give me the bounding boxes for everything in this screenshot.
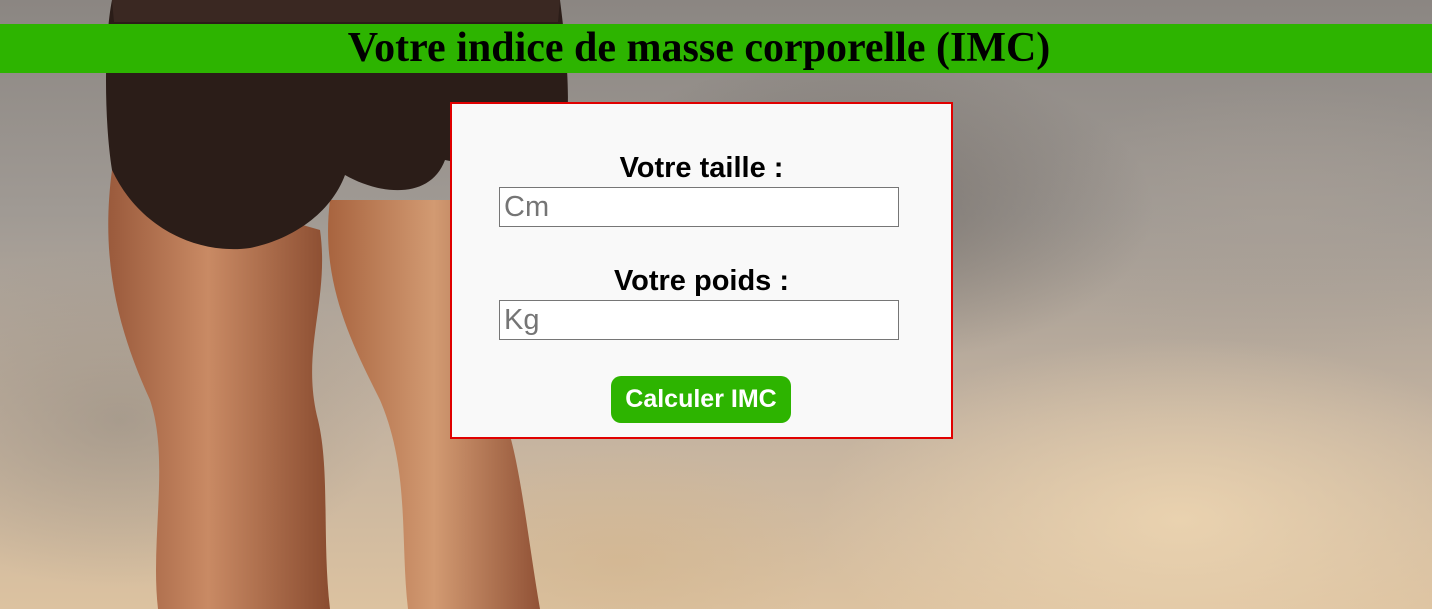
- weight-input[interactable]: [499, 300, 899, 340]
- page-header: Votre indice de masse corporelle (IMC): [0, 24, 1432, 73]
- bmi-form-card: Votre taille : Votre poids : Calculer IM…: [450, 102, 953, 439]
- weight-label: Votre poids :: [613, 265, 790, 297]
- page-title: Votre indice de masse corporelle (IMC): [347, 25, 1051, 71]
- height-input[interactable]: [499, 187, 899, 227]
- height-label: Votre taille :: [619, 152, 784, 184]
- calculate-bmi-button[interactable]: Calculer IMC: [611, 376, 791, 423]
